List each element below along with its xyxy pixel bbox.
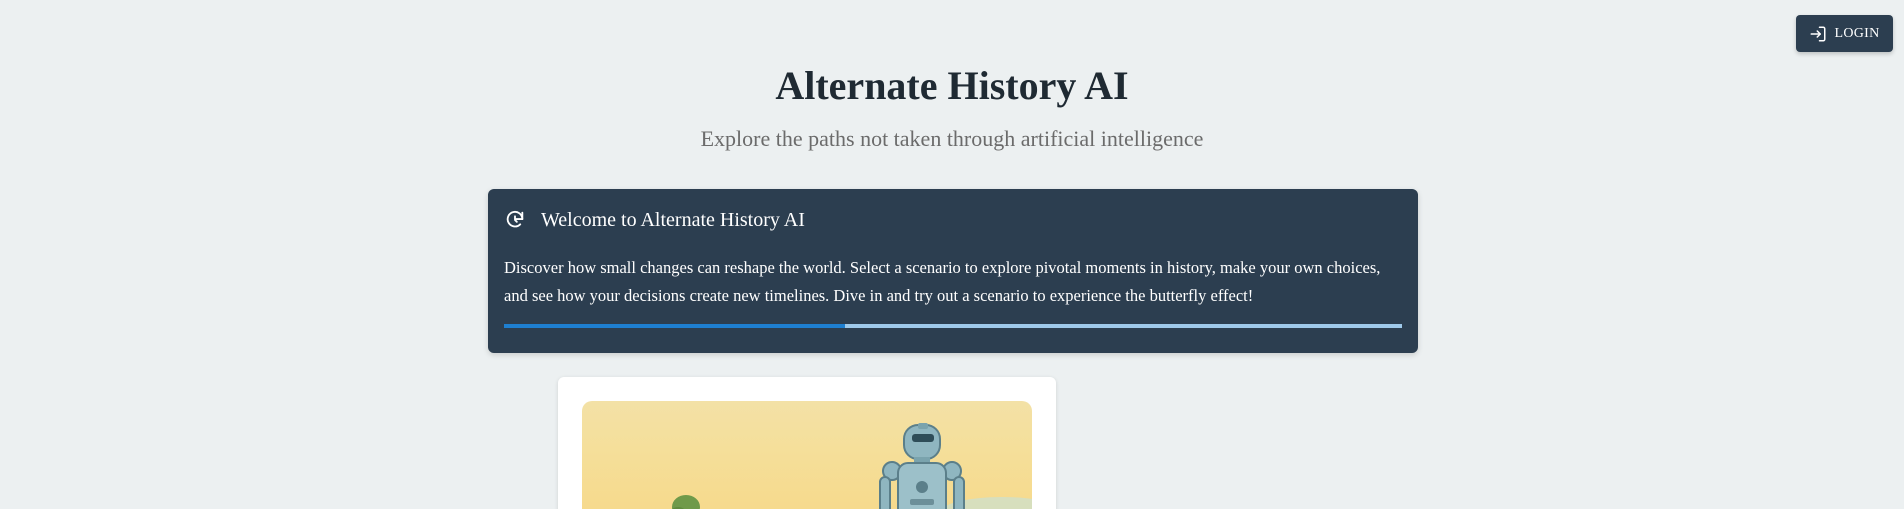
login-icon: [1810, 26, 1826, 41]
welcome-title: Welcome to Alternate History AI: [541, 209, 805, 231]
login-button[interactable]: LOGIN: [1796, 15, 1893, 52]
page: LOGIN Alternate History AI Explore the p…: [0, 0, 1904, 509]
page-subtitle: Explore the paths not taken through arti…: [700, 126, 1204, 151]
scenario-image[interactable]: [582, 401, 1032, 509]
welcome-progress-fill: [504, 324, 846, 328]
login-label: LOGIN: [1834, 25, 1880, 41]
welcome-progress-bar: [504, 324, 1402, 328]
welcome-card: Welcome to Alternate History AI Discover…: [488, 189, 1418, 353]
scenario-card[interactable]: [558, 377, 1056, 509]
refresh-icon: [506, 210, 524, 228]
page-title: Alternate History AI: [775, 63, 1129, 108]
robot-illustration-icon: [672, 423, 1032, 509]
welcome-text: Discover how small changes can reshape t…: [504, 258, 1381, 305]
welcome-header: Welcome to Alternate History AI: [504, 207, 805, 233]
